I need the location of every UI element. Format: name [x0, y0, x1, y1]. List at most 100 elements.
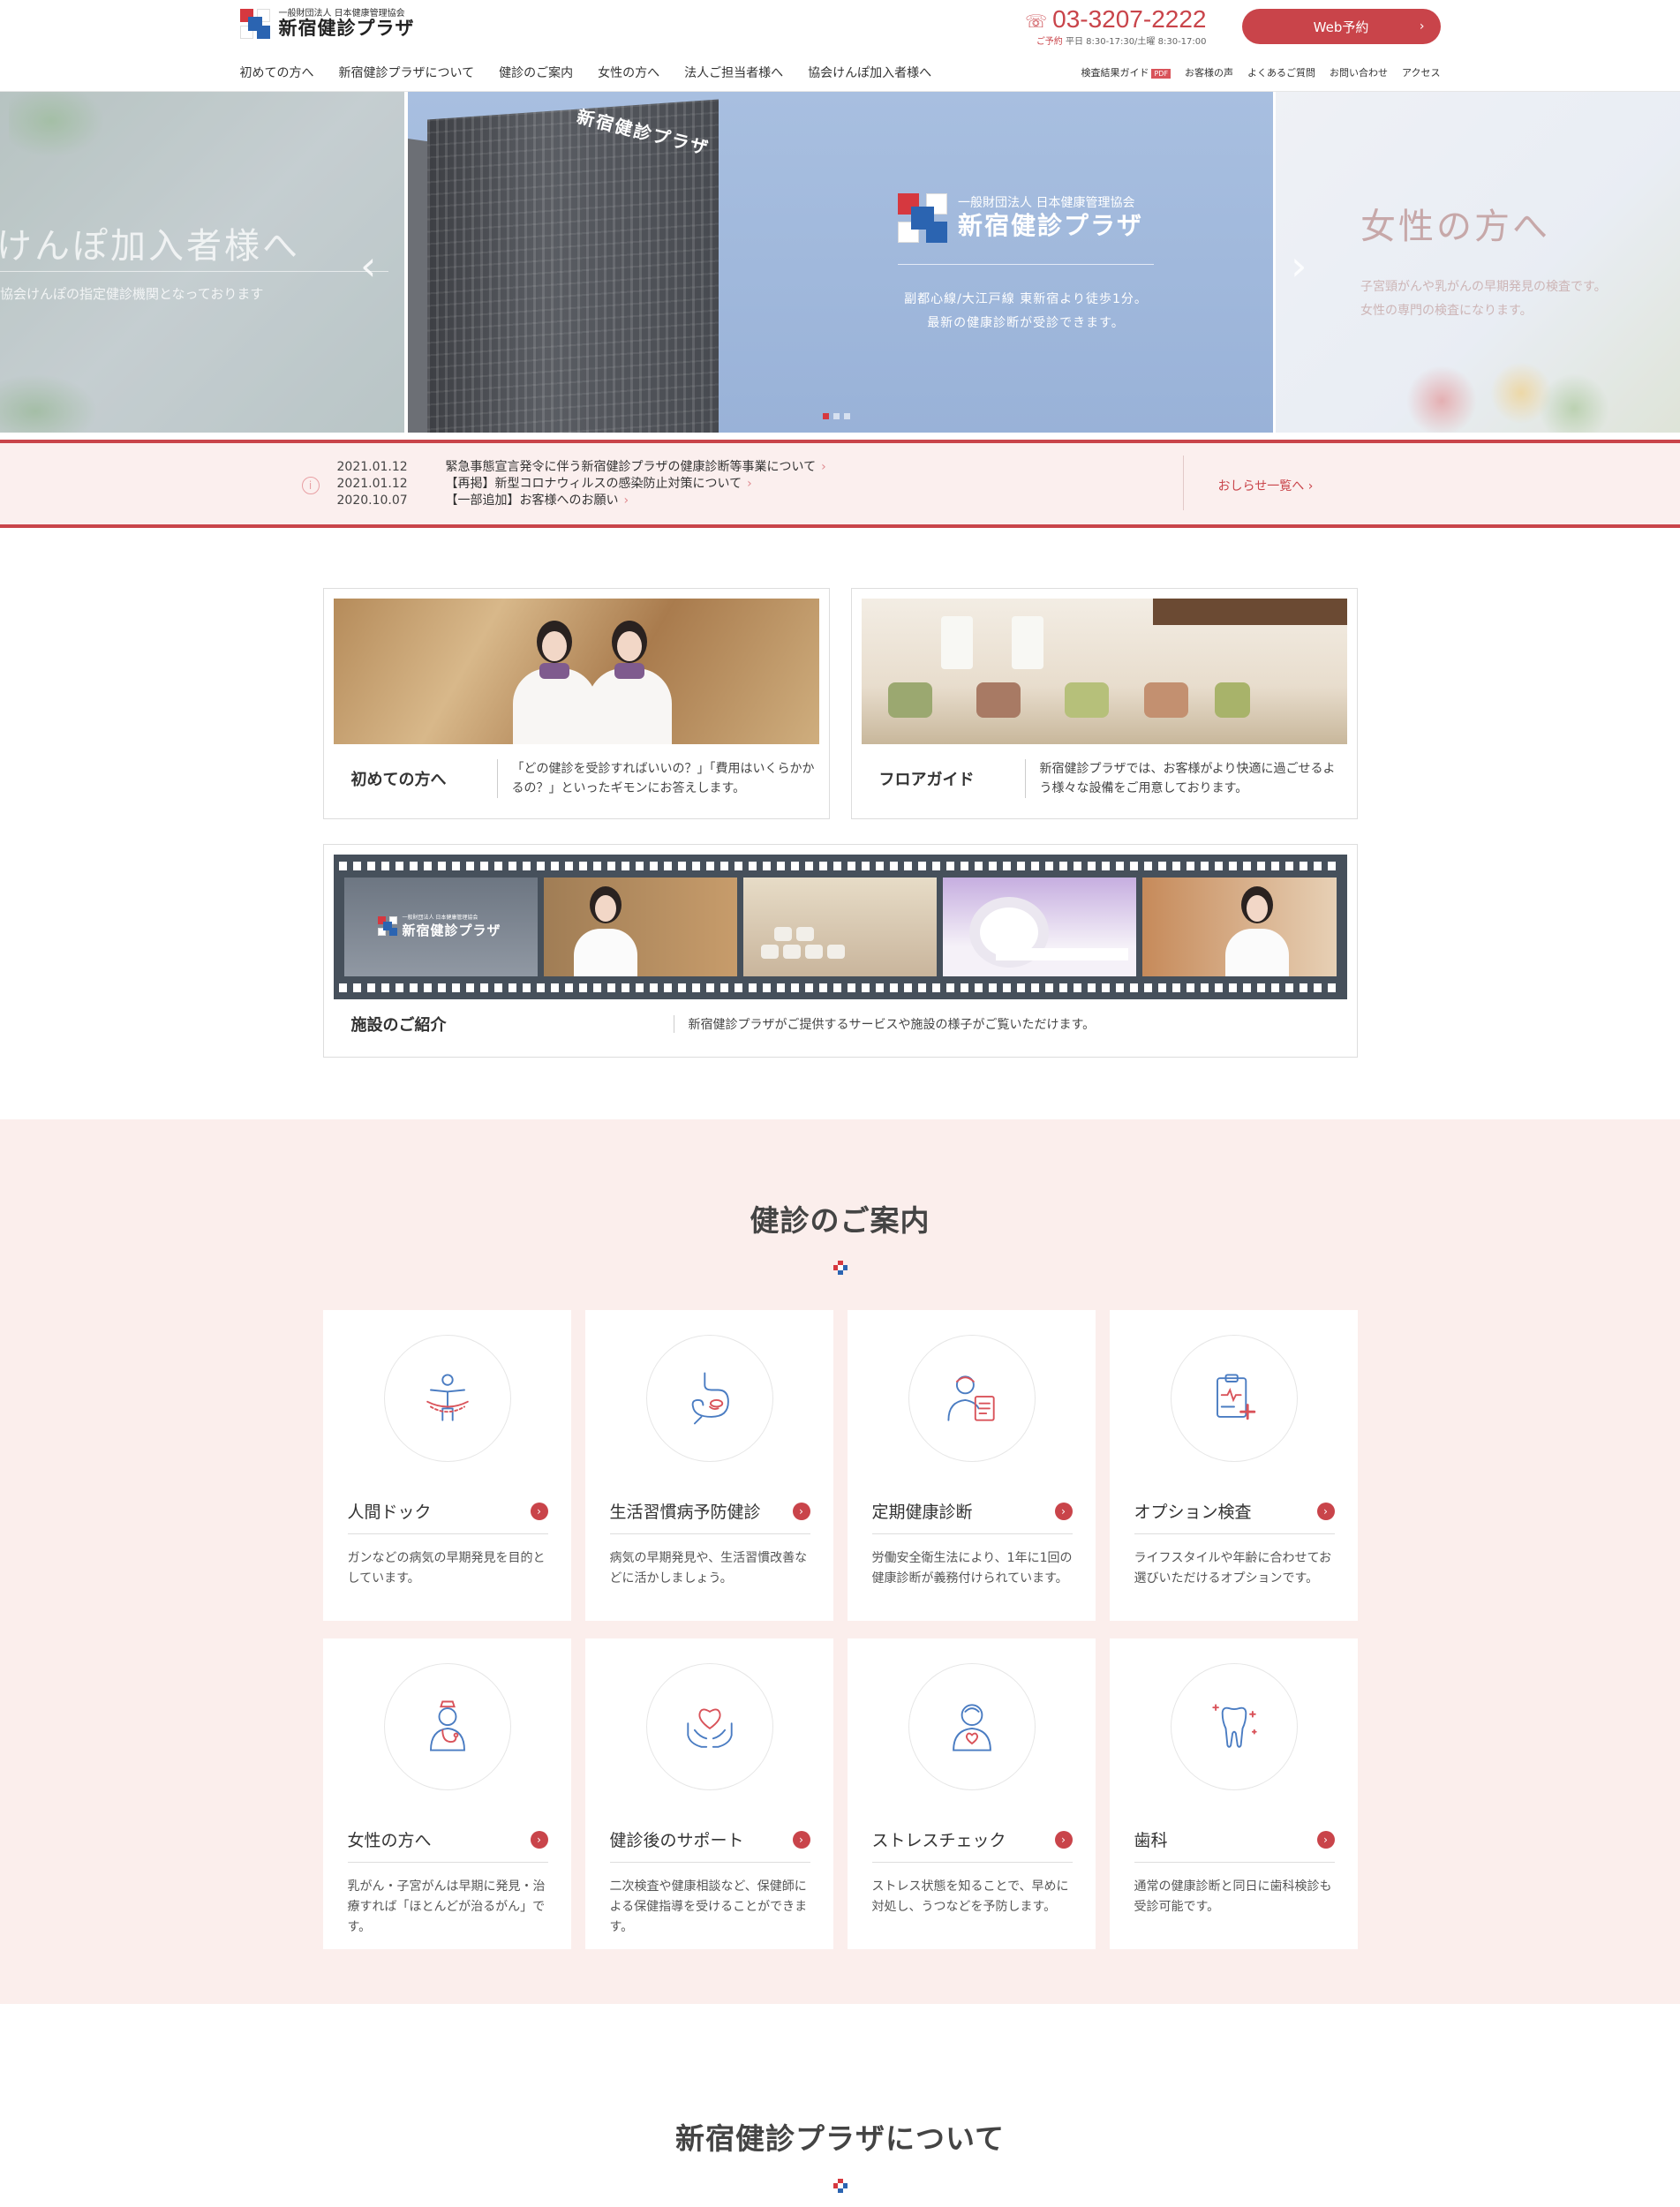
- subnav-result-guide[interactable]: 検査結果ガイド PDF: [1081, 65, 1171, 79]
- slide-prev[interactable]: けんぽ加入者様へ 協会けんぽの指定健診機関となっております: [0, 92, 404, 433]
- hero-copy: 副都心線/大江戸線 東新宿より徒歩1分。 最新の健康診断が受診できます。: [898, 288, 1154, 335]
- checkup-card-regular[interactable]: 定期健康診断 › 労働安全衛生法により、1年に1回の健康診断が義務付けられていま…: [847, 1310, 1096, 1621]
- slide-prev-title: けんぽ加入者様へ: [0, 226, 300, 267]
- subnav-faq[interactable]: よくあるご質問: [1247, 65, 1315, 79]
- slider-next-arrow-icon[interactable]: ›: [1291, 242, 1307, 290]
- slider-dot[interactable]: [833, 413, 840, 419]
- tooth-icon: [1171, 1663, 1298, 1790]
- news-item[interactable]: 2020.10.07 【一部追加】お客様へのお願い ›: [337, 493, 826, 509]
- logo-cross-icon: [377, 916, 397, 936]
- phone-icon: ☏: [1025, 12, 1048, 32]
- doctor-clipboard-icon: [908, 1335, 1036, 1462]
- hero-copy-line2: 最新の健康診断が受診できます。: [927, 315, 1125, 330]
- person-heart-icon: [908, 1663, 1036, 1790]
- chevron-right-icon[interactable]: ›: [530, 1502, 548, 1520]
- checkup-card-title: オプション検査: [1134, 1503, 1252, 1522]
- checkup-card-dock[interactable]: 人間ドック › ガンなどの病気の早期発見を目的としています。: [322, 1310, 571, 1621]
- web-reservation-button[interactable]: Web予約 ›: [1241, 9, 1441, 44]
- checkup-card-dental[interactable]: 歯科 › 通常の健康診断と同日に歯科検診も受診可能です。: [1109, 1638, 1358, 1949]
- info-cards: 初めての方へ 「どの健診を受診すればいいの？」「費用はいくらかかるの？」といった…: [322, 588, 1358, 1058]
- checkup-card-title: 生活習慣病予防健診: [609, 1503, 761, 1522]
- news-title[interactable]: 【再掲】新型コロナウィルスの感染防止対策について: [446, 477, 742, 491]
- hero-slider: けんぽ加入者様へ 協会けんぽの指定健診機関となっております 新宿健診プラザ 一般…: [0, 92, 1680, 433]
- news-more-link[interactable]: おしらせ一覧へ ›: [1218, 477, 1314, 494]
- checkup-grid: 人間ドック › ガンなどの病気の早期発見を目的としています。 生活習慣病予防健診…: [322, 1310, 1358, 1949]
- subnav-voice[interactable]: お客様の声: [1185, 65, 1233, 79]
- nav-checkup[interactable]: 健診のご案内: [499, 64, 573, 81]
- nav-first-visit[interactable]: 初めての方へ: [240, 64, 314, 81]
- checkup-card-desc: ライフスタイルや年齢に合わせてお選びいただけるオプションです。: [1134, 1551, 1332, 1586]
- film-logo-title: 新宿健診プラザ: [402, 923, 501, 938]
- slide-current[interactable]: 新宿健診プラザ 一般財団法人 日本健康管理協会 新宿健診プラザ 副都心線/大江戸…: [408, 92, 1273, 433]
- subnav-contact[interactable]: お問い合わせ: [1330, 65, 1388, 79]
- checkup-card-desc: 二次検査や健康相談など、保健師による保健指導を受けることができます。: [609, 1879, 808, 1935]
- first-visit-card[interactable]: 初めての方へ 「どの健診を受診すればいいの？」「費用はいくらかかるの？」といった…: [322, 588, 830, 819]
- main-nav: 初めての方へ 新宿健診プラザについて 健診のご案内 女性の方へ 法人ご担当者様へ…: [240, 64, 932, 81]
- nav-kenpo[interactable]: 協会けんぽ加入者様へ: [808, 64, 931, 81]
- nav-about[interactable]: 新宿健診プラザについて: [339, 64, 475, 81]
- checkup-card-stress[interactable]: ストレスチェック › ストレス状態を知ることで、早めに対処し、うつなどを予防しま…: [847, 1638, 1096, 1949]
- facility-frame-reception: [543, 878, 737, 976]
- facility-frame-waiting: [742, 878, 938, 976]
- web-reservation-label: Web予約: [1313, 19, 1369, 35]
- chevron-right-icon[interactable]: ›: [530, 1830, 548, 1849]
- slide-next-title: 女性の方へ: [1360, 207, 1550, 247]
- news-item[interactable]: 2021.01.12 【再掲】新型コロナウィルスの感染防止対策について ›: [337, 476, 826, 493]
- checkup-card-lifestyle[interactable]: 生活習慣病予防健診 › 病気の早期発見や、生活習慣改善などに活かしましょう。: [584, 1310, 833, 1621]
- section-mark-icon: [832, 2179, 848, 2193]
- checkup-card-title: 健診後のサポート: [609, 1831, 744, 1850]
- news-bar: i 2021.01.12 緊急事態宣言発令に伴う新宿健診プラザの健康診断等事業に…: [0, 440, 1680, 528]
- slide-next-desc: 子宮頸がんや乳がんの早期発見の検査です。 女性の専門の検査になります。: [1360, 275, 1607, 322]
- slider-prev-arrow-icon[interactable]: ‹: [360, 242, 376, 290]
- nav-corporate[interactable]: 法人ご担当者様へ: [684, 64, 783, 81]
- subnav-access[interactable]: アクセス: [1402, 65, 1440, 79]
- info-icon: i: [301, 477, 320, 494]
- facility-card[interactable]: 一般財団法人 日本健康管理協会 新宿健診プラザ 施設のご紹介 新宿健診プラザがご…: [322, 844, 1358, 1058]
- facility-desc: 新宿健診プラザがご提供するサービスや施設の様子がご覧いただけます。: [673, 1015, 1095, 1033]
- slide-next-desc-line1: 子宮頸がんや乳がんの早期発見の検査です。: [1360, 280, 1607, 294]
- chevron-right-icon: ›: [1419, 19, 1425, 34]
- chevron-right-icon[interactable]: ›: [792, 1830, 810, 1849]
- sub-nav: 検査結果ガイド PDF お客様の声 よくあるご質問 お問い合わせ アクセス: [1081, 65, 1441, 79]
- news-list: 2021.01.12 緊急事態宣言発令に伴う新宿健診プラザの健康診断等事業につい…: [337, 459, 826, 509]
- slide-prev-desc: 協会けんぽの指定健診機関となっております: [0, 286, 264, 302]
- site-header: 一般財団法人 日本健康管理協会 新宿健診プラザ ☏ 03-3207-2222 ご予…: [0, 0, 1680, 92]
- slider-dot[interactable]: [823, 413, 829, 419]
- logo-cross-icon: [239, 9, 270, 40]
- facility-frame-building: 一般財団法人 日本健康管理協会 新宿健診プラザ: [343, 878, 538, 976]
- lounge-photo: [861, 599, 1347, 744]
- checkup-card-desc: 病気の早期発見や、生活習慣改善などに活かしましょう。: [609, 1551, 808, 1586]
- chevron-right-icon[interactable]: ›: [792, 1502, 810, 1520]
- floor-guide-card[interactable]: フロアガイド 新宿健診プラザでは、お客様がより快適に過ごせるよう様々な設備をご用…: [850, 588, 1358, 819]
- hero-logo: 一般財団法人 日本健康管理協会 新宿健診プラザ: [898, 193, 1143, 243]
- site-logo[interactable]: 一般財団法人 日本健康管理協会 新宿健診プラザ: [239, 9, 415, 40]
- hero-copy-line1: 副都心線/大江戸線 東新宿より徒歩1分。: [904, 292, 1148, 306]
- phone-number[interactable]: 03-3207-2222: [1052, 5, 1206, 33]
- chevron-right-icon[interactable]: ›: [1316, 1830, 1335, 1849]
- slider-dot[interactable]: [844, 413, 850, 419]
- facility-frame-staff: [1142, 878, 1337, 976]
- receptionists-photo: [333, 599, 819, 744]
- news-title[interactable]: 【一部追加】お客様へのお願い: [446, 493, 619, 508]
- checkup-card-title: 歯科: [1134, 1831, 1168, 1850]
- checkup-card-support[interactable]: 健診後のサポート › 二次検査や健康相談など、保健師による保健指導を受けることが…: [584, 1638, 833, 1949]
- nurse-icon: [384, 1663, 511, 1790]
- chevron-right-icon[interactable]: ›: [1316, 1502, 1335, 1520]
- checkup-section-title: 健診のご案内: [750, 1203, 930, 1238]
- chevron-right-icon[interactable]: ›: [1054, 1830, 1073, 1849]
- phone-block[interactable]: ☏ 03-3207-2222 ご予約 平日 8:30-17:30/土曜 8:30-…: [1025, 5, 1206, 47]
- heart-hands-icon: [646, 1663, 773, 1790]
- phone-label: ご予約: [1036, 37, 1063, 47]
- checkup-card-option[interactable]: オプション検査 › ライフスタイルや年齢に合わせてお選びいただけるオプションです…: [1109, 1310, 1358, 1621]
- about-section: 新宿健診プラザについて: [0, 2004, 1680, 2193]
- chevron-right-icon: ›: [623, 493, 629, 508]
- news-title[interactable]: 緊急事態宣言発令に伴う新宿健診プラザの健康診断等事業について: [446, 460, 817, 474]
- slide-next-desc-line2: 女性の専門の検査になります。: [1360, 303, 1533, 318]
- checkup-card-women[interactable]: 女性の方へ › 乳がん・子宮がんは早期に発見・治療すれば「ほとんどが治るがん」で…: [322, 1638, 571, 1949]
- news-item[interactable]: 2021.01.12 緊急事態宣言発令に伴う新宿健診プラザの健康診断等事業につい…: [337, 459, 826, 476]
- chevron-right-icon: ›: [821, 460, 826, 474]
- chevron-right-icon[interactable]: ›: [1054, 1502, 1073, 1520]
- nav-women[interactable]: 女性の方へ: [598, 64, 659, 81]
- checkup-card-desc: ストレス状態を知ることで、早めに対処し、うつなどを予防します。: [871, 1879, 1069, 1915]
- slide-next[interactable]: 女性の方へ 子宮頸がんや乳がんの早期発見の検査です。 女性の専門の検査になります…: [1276, 92, 1680, 433]
